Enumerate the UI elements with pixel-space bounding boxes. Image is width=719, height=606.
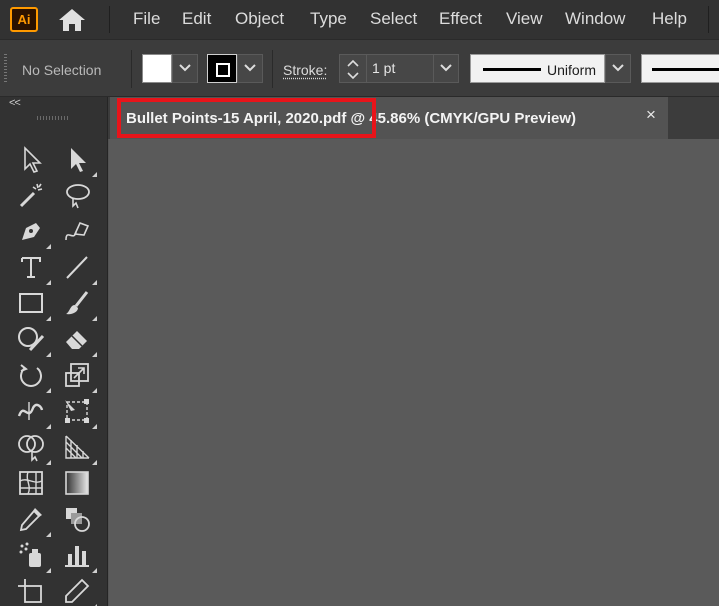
tool-flyout-indicator [46,460,51,465]
mesh-tool-icon[interactable] [16,468,48,500]
menu-select[interactable]: Select [370,9,417,29]
panel-grip[interactable] [37,116,69,120]
column-graph-tool-icon[interactable] [62,540,97,573]
up-down-arrows-icon [347,59,359,80]
document-canvas[interactable] [109,139,719,606]
rotate-tool-icon[interactable] [16,360,51,393]
chevron-down-icon [179,64,191,72]
menu-help[interactable]: Help [652,9,687,29]
shape-builder-tool-icon[interactable] [16,432,51,465]
tool-flyout-indicator [46,352,51,357]
menu-file[interactable]: File [133,9,160,29]
selection-tool-icon[interactable] [16,144,48,176]
scale-tool-icon[interactable] [62,360,97,393]
fill-color-swatch[interactable] [142,54,172,83]
tools-panel: << [0,97,108,606]
tool-flyout-indicator [92,316,97,321]
tool-flyout-indicator [92,352,97,357]
symbol-sprayer-tool-icon[interactable] [16,540,51,573]
collapse-toolbar-button[interactable]: << [9,97,21,109]
menu-edit[interactable]: Edit [182,9,211,29]
profile-preview-line [483,68,541,71]
control-bar: No Selection Stroke: 1 pt Uniform [0,39,719,97]
curvature-tool-icon[interactable] [62,216,94,248]
profile-label: Uniform [547,62,597,78]
brush-preview-line [652,68,719,71]
paintbrush-tool-icon[interactable] [62,288,97,321]
tool-flyout-indicator [92,460,97,465]
tool-flyout-indicator [92,388,97,393]
control-separator [272,50,273,88]
selection-status: No Selection [22,62,102,78]
tool-flyout-indicator [46,388,51,393]
tool-flyout-indicator [46,532,51,537]
menu-separator [109,6,110,33]
fill-dropdown-button[interactable] [172,54,198,83]
stroke-weight-stepper[interactable] [339,54,367,83]
menu-object[interactable]: Object [235,9,284,29]
profile-dropdown[interactable] [605,54,631,83]
tool-flyout-indicator [46,316,51,321]
artboard-tool-icon[interactable] [16,576,48,606]
variable-width-profile[interactable]: Uniform [470,54,605,83]
magic-wand-tool-icon[interactable] [16,180,48,212]
line-segment-tool-icon[interactable] [62,252,97,285]
stroke-weight-dropdown[interactable] [433,54,459,83]
pen-tool-icon[interactable] [16,216,51,249]
width-tool-icon[interactable] [16,396,51,429]
control-separator [131,50,132,88]
gradient-tool-icon[interactable] [62,468,94,500]
panel-grip[interactable] [4,54,7,84]
menu-bar: Ai File Edit Object Type Select Effect V… [0,0,719,39]
tool-flyout-indicator [46,280,51,285]
blend-tool-icon[interactable] [62,504,94,536]
chevron-down-icon [612,64,624,72]
type-tool-icon[interactable] [16,252,51,285]
stroke-dropdown-button[interactable] [237,54,263,83]
chevron-down-icon [244,64,256,72]
rectangle-tool-icon[interactable] [16,288,51,321]
filename-highlight-box [117,98,376,138]
close-document-button[interactable]: × [643,106,659,124]
menu-separator [708,6,709,33]
slice-tool-icon[interactable] [62,576,97,606]
tool-flyout-indicator [92,280,97,285]
menu-effect[interactable]: Effect [439,9,482,29]
eraser-tool-icon[interactable] [62,324,97,357]
illustrator-logo: Ai [10,7,38,32]
menu-view[interactable]: View [506,9,543,29]
perspective-grid-tool-icon[interactable] [62,432,97,465]
direct-selection-tool-icon[interactable] [62,144,97,177]
home-icon[interactable] [56,6,88,34]
chevron-down-icon [440,64,452,72]
menu-window[interactable]: Window [565,9,625,29]
tool-flyout-indicator [92,568,97,573]
lasso-tool-icon[interactable] [62,180,94,212]
tool-flyout-indicator [92,172,97,177]
brush-definition[interactable] [641,54,719,83]
tool-flyout-indicator [46,568,51,573]
tool-flyout-indicator [92,424,97,429]
eyedropper-tool-icon[interactable] [16,504,51,537]
menu-type[interactable]: Type [310,9,347,29]
free-transform-tool-icon[interactable] [62,396,97,429]
shaper-tool-icon[interactable] [16,324,51,357]
tool-flyout-indicator [46,244,51,249]
tool-flyout-indicator [46,424,51,429]
stroke-weight-input[interactable]: 1 pt [366,54,434,83]
stroke-panel-link[interactable]: Stroke: [283,62,327,78]
stroke-color-swatch[interactable] [207,54,237,83]
